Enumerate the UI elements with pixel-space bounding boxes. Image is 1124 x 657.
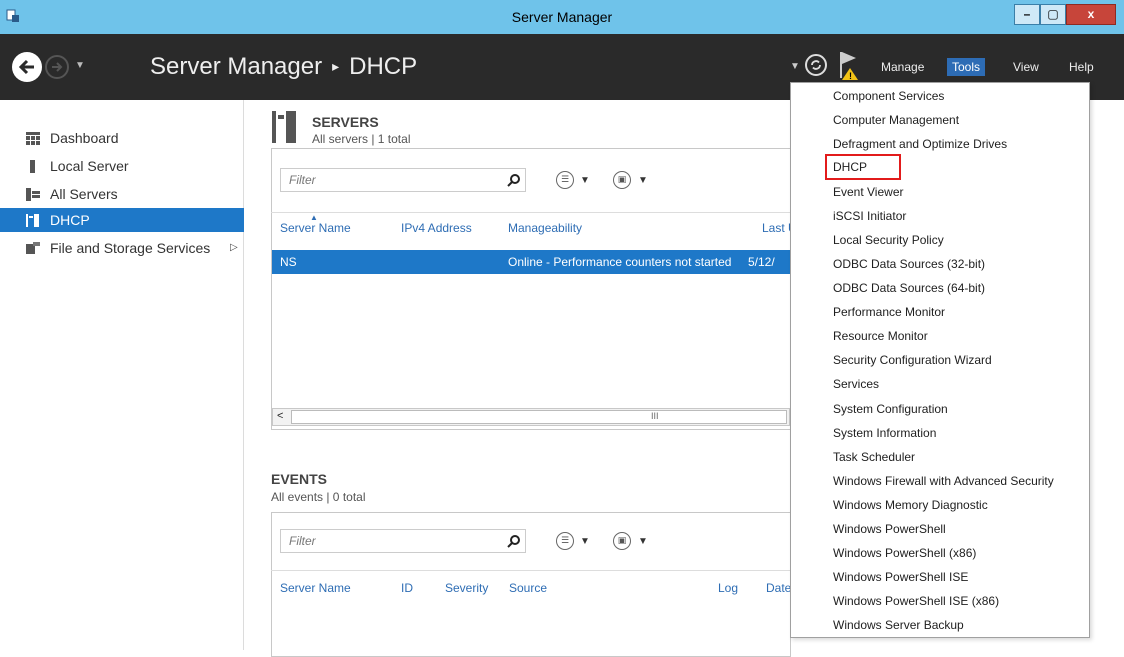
dashboard-icon [26, 132, 40, 145]
forward-arrow-icon [52, 62, 63, 72]
breadcrumb-separator: ▸ [332, 58, 340, 74]
panel-divider [271, 212, 791, 213]
tools-item-memory-diagnostic[interactable]: Windows Memory Diagnostic [833, 494, 1083, 516]
sidebar-label: All Servers [50, 186, 118, 202]
col-log[interactable]: Log [718, 581, 738, 595]
dhcp-icon [26, 214, 39, 227]
tools-item-odbc-64[interactable]: ODBC Data Sources (64-bit) [833, 277, 1083, 299]
notifications-flag-icon[interactable]: ! [830, 48, 862, 82]
tools-item-defragment[interactable]: Defragment and Optimize Drives [833, 133, 1083, 155]
tools-item-odbc-32[interactable]: ODBC Data Sources (32-bit) [833, 253, 1083, 275]
tools-item-event-viewer[interactable]: Event Viewer [833, 181, 1083, 203]
window-title: Server Manager [511, 9, 613, 25]
tools-item-powershell-x86[interactable]: Windows PowerShell (x86) [833, 542, 1083, 564]
tools-item-task-scheduler[interactable]: Task Scheduler [833, 446, 1083, 468]
back-button[interactable] [12, 52, 42, 82]
events-subtitle: All events | 0 total [271, 490, 366, 504]
history-dropdown-icon[interactable]: ▼ [75, 60, 85, 71]
tools-item-performance-monitor[interactable]: Performance Monitor [833, 301, 1083, 323]
view-options-icon[interactable]: ☰ [556, 532, 574, 550]
cell-server-name: NS [280, 255, 297, 269]
servers-subtitle: All servers | 1 total [312, 132, 411, 146]
tools-item-powershell[interactable]: Windows PowerShell [833, 518, 1083, 540]
col-server-name[interactable]: Server Name [280, 581, 351, 595]
search-icon[interactable] [507, 534, 521, 548]
tools-item-resource-monitor[interactable]: Resource Monitor [833, 325, 1083, 347]
scroll-grip: III [651, 411, 659, 421]
menu-tools[interactable]: Tools [947, 58, 986, 76]
tools-item-dhcp[interactable]: DHCP [825, 154, 901, 180]
sidebar-label: DHCP [50, 212, 90, 228]
breadcrumb-page: DHCP [349, 53, 418, 80]
tools-item-powershell-ise[interactable]: Windows PowerShell ISE [833, 566, 1083, 588]
tools-item-powershell-ise-x86[interactable]: Windows PowerShell ISE (x86) [833, 590, 1083, 612]
breadcrumb: Server Manager ▸ DHCP [150, 53, 417, 81]
col-source[interactable]: Source [509, 581, 547, 595]
servers-icon [26, 188, 40, 201]
forward-button[interactable] [45, 55, 69, 79]
col-id[interactable]: ID [401, 581, 413, 595]
save-query-icon[interactable]: ▣ [613, 171, 631, 189]
tools-item-component-services[interactable]: Component Services [833, 85, 1083, 107]
maximize-button[interactable]: ▢ [1040, 4, 1066, 25]
view-options-dropdown-icon[interactable]: ▼ [580, 175, 590, 186]
tools-item-security-config-wizard[interactable]: Security Configuration Wizard [833, 349, 1083, 371]
tools-item-local-security-policy[interactable]: Local Security Policy [833, 229, 1083, 251]
tools-item-iscsi-initiator[interactable]: iSCSI Initiator [833, 205, 1083, 227]
col-date[interactable]: Date [766, 581, 791, 595]
tools-item-services[interactable]: Services [833, 373, 1083, 395]
tools-item-server-backup[interactable]: Windows Server Backup [833, 614, 1083, 636]
cell-last-update: 5/12/ [748, 255, 775, 269]
menu-manage[interactable]: Manage [876, 58, 929, 76]
sidebar-label: Dashboard [50, 130, 119, 146]
back-arrow-icon [13, 53, 41, 81]
events-filter-input[interactable]: Filter [280, 529, 526, 553]
close-button[interactable]: x [1066, 4, 1116, 25]
servers-tile-icon [272, 111, 296, 143]
tools-menu: Component Services Computer Management D… [790, 82, 1090, 638]
horizontal-scrollbar[interactable]: < III [272, 408, 790, 426]
search-icon[interactable] [507, 173, 521, 187]
tools-item-system-information[interactable]: System Information [833, 422, 1083, 444]
storage-icon [26, 242, 40, 254]
save-query-icon[interactable]: ▣ [613, 532, 631, 550]
scroll-thumb[interactable] [291, 410, 787, 424]
refresh-dropdown-icon[interactable]: ▼ [790, 61, 800, 72]
servers-title: SERVERS [312, 114, 379, 130]
tools-item-computer-management[interactable]: Computer Management [833, 109, 1083, 131]
table-row[interactable]: NS Online - Performance counters not sta… [272, 250, 790, 274]
expand-arrow-icon[interactable]: ▷ [230, 236, 238, 260]
cell-manageability: Online - Performance counters not starte… [508, 255, 732, 269]
sidebar-item-file-storage[interactable]: File and Storage Services ▷ [0, 236, 244, 260]
panel-divider [271, 570, 791, 571]
sidebar-item-all-servers[interactable]: All Servers [0, 182, 244, 206]
server-icon [30, 160, 35, 173]
menu-view[interactable]: View [1008, 58, 1044, 76]
title-bar: Server Manager – ▢ x [0, 0, 1124, 34]
sidebar-label: File and Storage Services [50, 240, 211, 256]
col-severity[interactable]: Severity [445, 581, 488, 595]
svg-text:!: ! [849, 71, 852, 81]
minimize-button[interactable]: – [1014, 4, 1040, 25]
breadcrumb-app[interactable]: Server Manager [150, 53, 322, 80]
tools-item-windows-firewall[interactable]: Windows Firewall with Advanced Security [833, 470, 1083, 492]
col-server-name[interactable]: Server Name [280, 221, 351, 235]
events-title: EVENTS [271, 471, 328, 487]
sidebar: Dashboard Local Server All Servers DHCP … [0, 100, 244, 650]
col-ipv4[interactable]: IPv4 Address [401, 221, 472, 235]
save-query-dropdown-icon[interactable]: ▼ [638, 536, 648, 547]
servers-filter-input[interactable]: Filter [280, 168, 526, 192]
sidebar-item-local-server[interactable]: Local Server [0, 154, 244, 178]
save-query-dropdown-icon[interactable]: ▼ [638, 175, 648, 186]
view-options-icon[interactable]: ☰ [556, 171, 574, 189]
col-manageability[interactable]: Manageability [508, 221, 582, 235]
refresh-icon[interactable] [804, 53, 828, 77]
sidebar-item-dashboard[interactable]: Dashboard [0, 126, 244, 150]
sidebar-label: Local Server [50, 158, 129, 174]
menu-help[interactable]: Help [1064, 58, 1099, 76]
scroll-left-icon[interactable]: < [277, 410, 283, 422]
tools-item-system-configuration[interactable]: System Configuration [833, 398, 1083, 420]
sidebar-item-dhcp[interactable]: DHCP [0, 208, 244, 232]
view-options-dropdown-icon[interactable]: ▼ [580, 536, 590, 547]
